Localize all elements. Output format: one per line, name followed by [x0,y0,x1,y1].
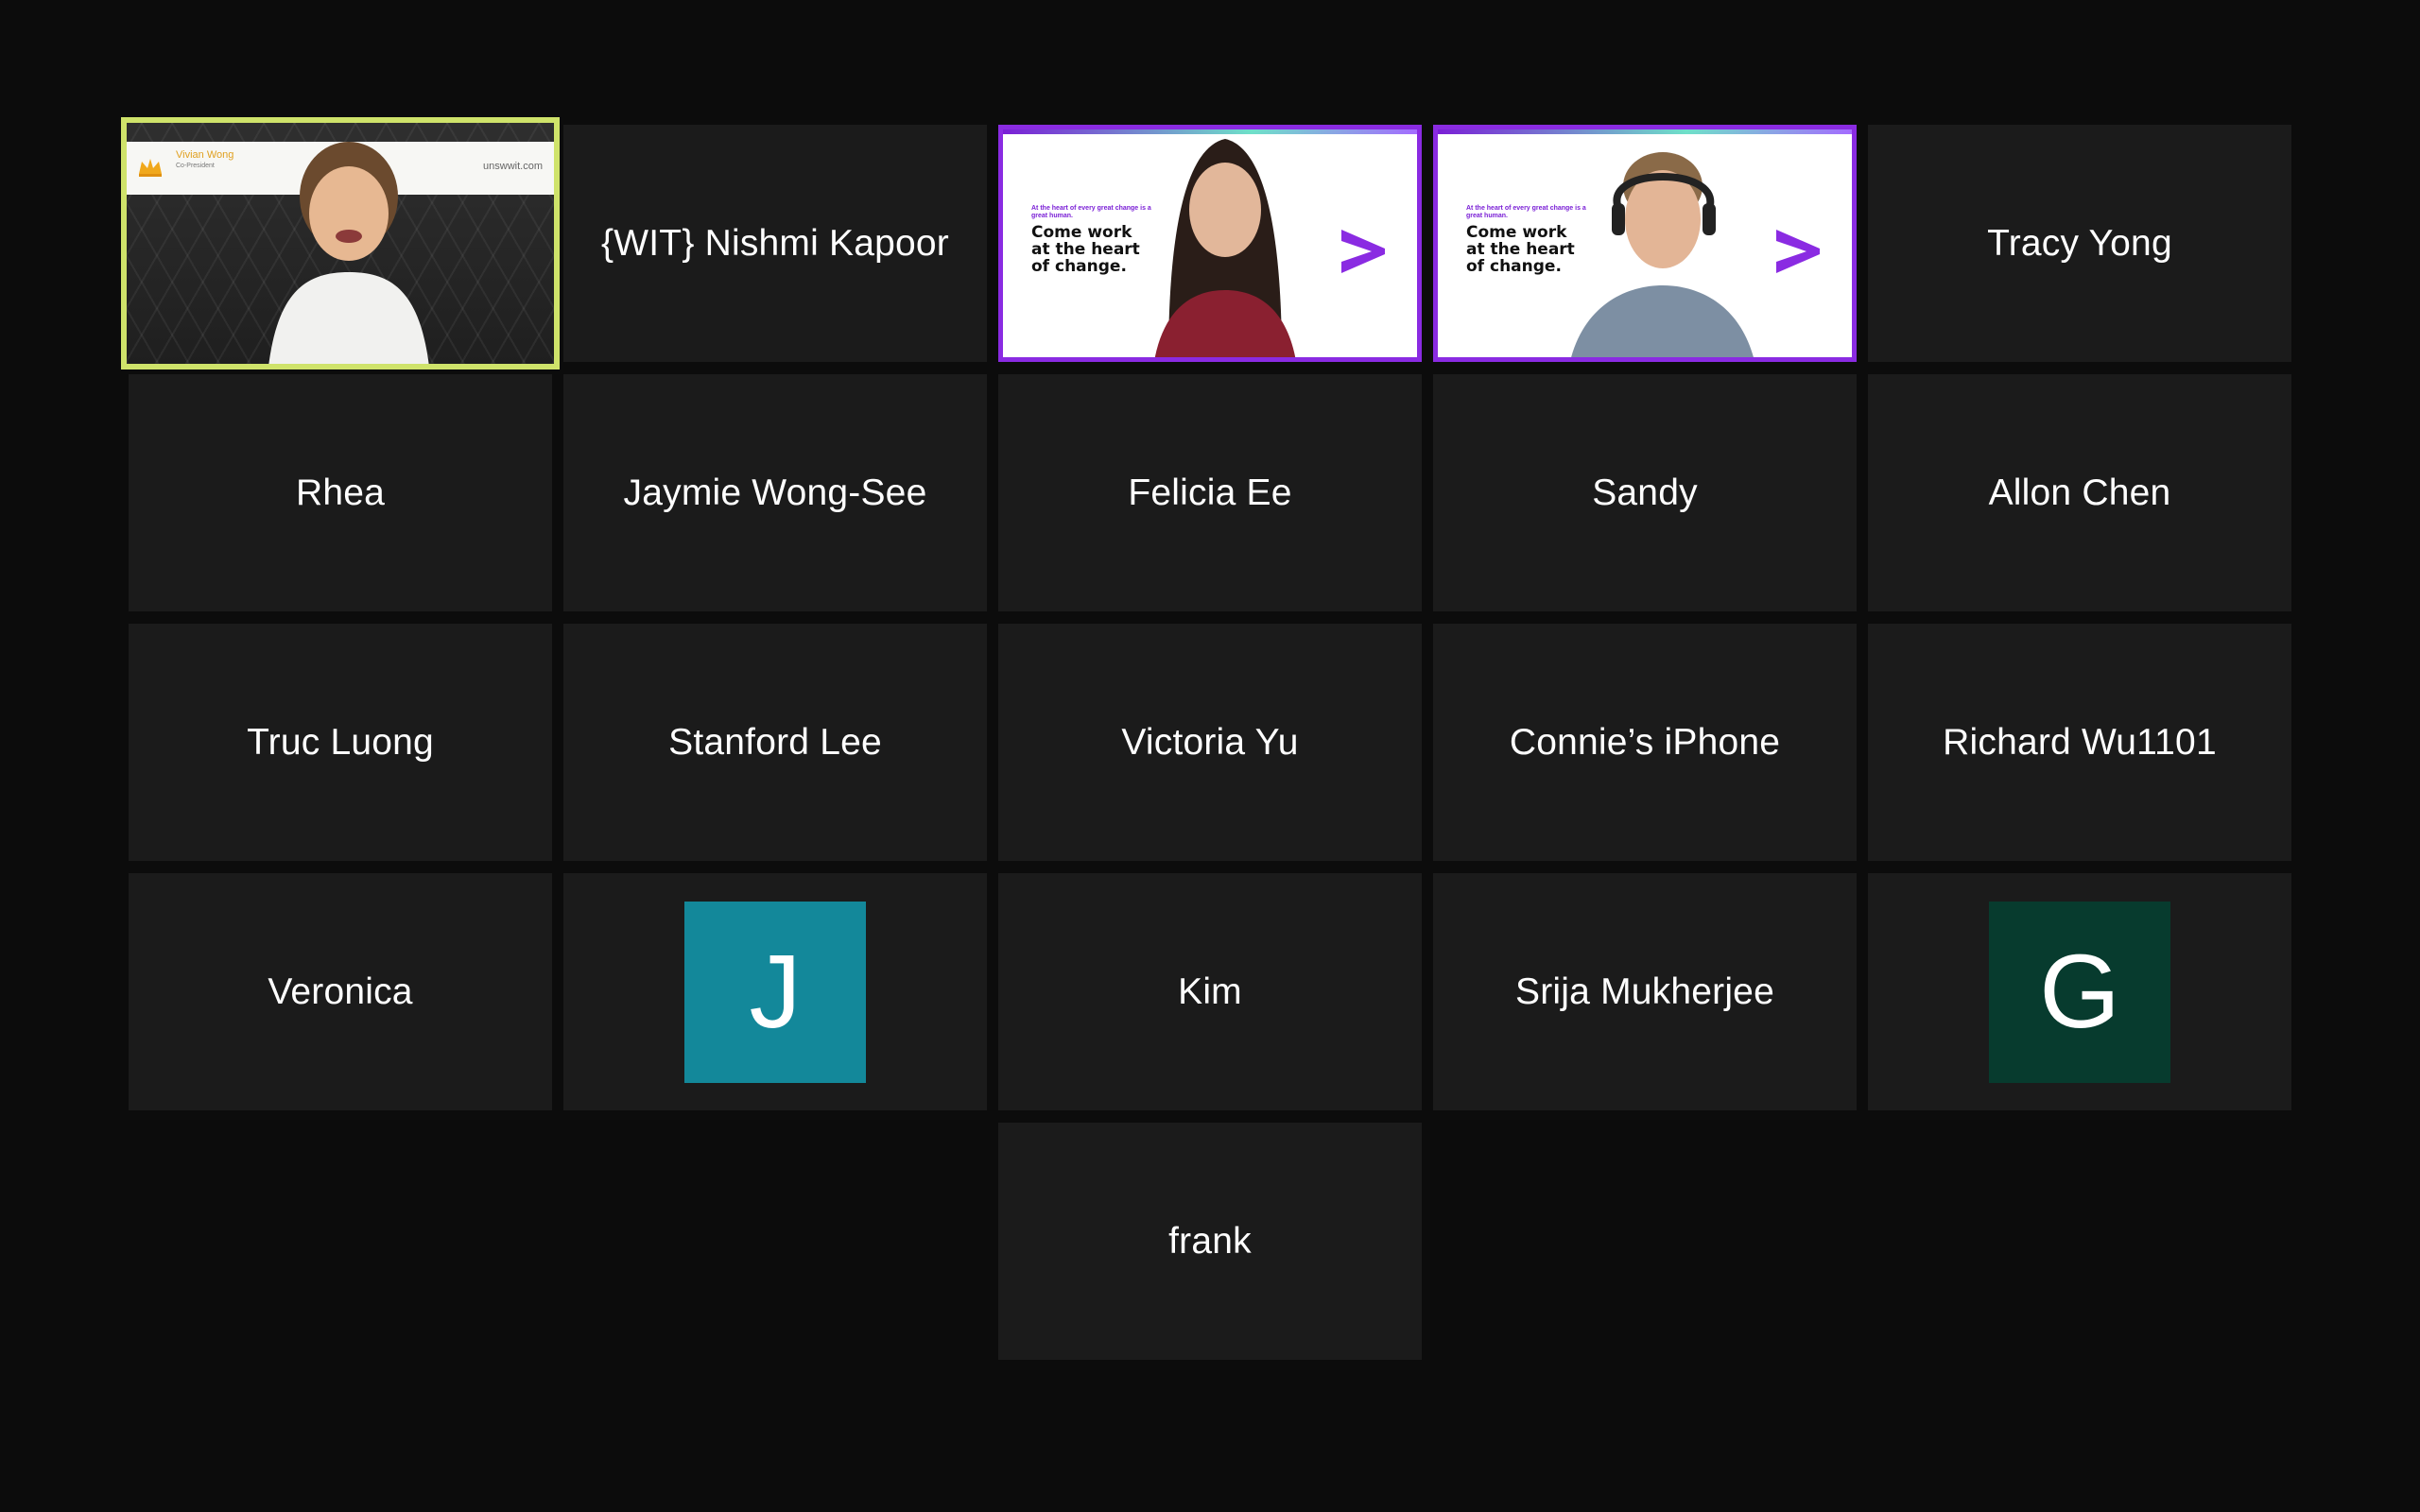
participant-name: Stanford Lee [668,721,882,763]
accenture-logo-icon [1341,230,1385,273]
participant-tile[interactable]: Felicia Ee [998,374,1422,611]
participant-tile[interactable]: Connie’s iPhone [1433,624,1857,861]
participant-tile[interactable]: {WIT} Nishmi Kapoor [563,125,987,362]
participant-name: Richard Wu1101 [1943,721,2217,763]
participant-tile[interactable]: Victoria Yu [998,624,1422,861]
participant-tile[interactable]: Sandy [1433,374,1857,611]
participant-video-feed: Vivian Wong Co-President unswwit.com [127,123,554,364]
participant-silhouette [268,142,429,364]
accenture-logo-icon [1776,230,1820,273]
participant-tile-video[interactable]: At the heart of every great change is a … [998,125,1422,362]
participant-tile[interactable]: Tracy Yong [1868,125,2291,362]
participant-name: Victoria Yu [1121,721,1299,763]
participant-tile[interactable]: Kim [998,873,1422,1110]
participant-name: Kim [1178,971,1242,1012]
participant-tile[interactable]: J [563,873,987,1110]
participant-grid: Vivian Wong Co-President unswwit.com {WI… [121,117,2291,1360]
participant-name: {WIT} Nishmi Kapoor [601,222,949,264]
participant-name: Srija Mukherjee [1515,971,1774,1012]
participant-avatar: J [684,901,866,1083]
crown-icon [139,159,162,177]
meeting-gallery-view: Vivian Wong Co-President unswwit.com {WI… [0,0,2420,1512]
participant-silhouette [1154,139,1296,357]
participant-name: frank [1168,1220,1252,1262]
participant-name: Rhea [295,472,386,513]
participant-tile[interactable]: Jaymie Wong-See [563,374,987,611]
participant-tile[interactable]: Richard Wu1101 [1868,624,2291,861]
participant-tile[interactable]: Srija Mukherjee [1433,873,1857,1110]
participant-tile[interactable]: Truc Luong [129,624,552,861]
participant-silhouette [1571,152,1754,357]
participant-name: Tracy Yong [1987,222,2172,264]
participant-tile-video-speaking[interactable]: Vivian Wong Co-President unswwit.com [121,117,560,369]
participant-name: Truc Luong [247,721,434,763]
participant-tile[interactable]: frank [998,1123,1422,1360]
banner-site: unswwit.com [483,161,543,172]
participant-tile-video[interactable]: At the heart of every great change is a … [1433,125,1857,362]
participant-name: Connie’s iPhone [1509,721,1781,763]
participant-name: Veronica [268,971,413,1012]
participant-tile[interactable]: Rhea [129,374,552,611]
participant-tile[interactable]: Allon Chen [1868,374,2291,611]
participant-tile[interactable]: G [1868,873,2291,1110]
participant-tile[interactable]: Stanford Lee [563,624,987,861]
participant-name: Allon Chen [1988,472,2171,513]
participant-name: Felicia Ee [1128,472,1292,513]
participant-tile[interactable]: Veronica [129,873,552,1110]
participant-name: Sandy [1592,472,1698,513]
participant-name: Jaymie Wong-See [623,472,927,513]
banner-name: Vivian Wong Co-President [176,149,234,169]
participant-avatar: G [1989,901,2170,1083]
